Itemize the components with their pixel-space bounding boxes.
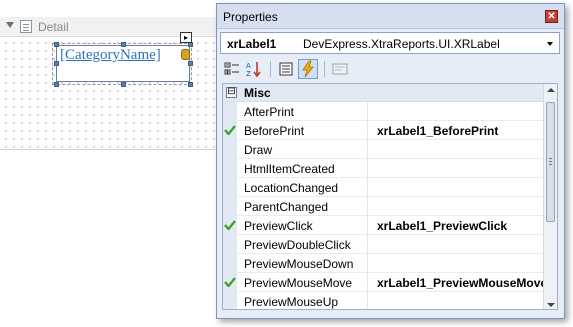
property-row[interactable]: AfterPrint [237,102,545,121]
property-row[interactable]: PreviewDoubleClick [237,235,545,254]
categorized-icon[interactable] [222,59,242,79]
category-row-misc[interactable]: ⊟ Misc [223,84,545,102]
checkmark-icon [224,277,236,287]
close-icon[interactable]: ✕ [545,10,558,23]
property-value[interactable]: xrLabel1_BeforePrint [377,124,498,138]
column-divider [367,273,368,292]
column-divider [367,235,368,254]
resize-handle[interactable] [54,61,59,66]
property-row[interactable]: PreviewClick xrLabel1_PreviewClick [224,216,545,235]
collapse-icon[interactable]: ⊟ [226,87,237,98]
property-row[interactable]: HtmlItemCreated [237,159,545,178]
property-row[interactable]: PreviewMouseUp [237,292,545,309]
svg-text:A: A [246,62,251,70]
alphabetical-icon[interactable]: A Z [244,59,264,79]
property-name: PreviewMouseDown [244,257,354,271]
properties-titlebar[interactable]: Properties ✕ [217,4,564,29]
scrollbar-thumb[interactable] [546,102,555,222]
property-row[interactable]: Draw [237,140,545,159]
property-name: AfterPrint [244,105,295,119]
toolbar-separator [324,61,325,77]
report-designer-surface[interactable]: Detail [CategoryName] ▸ [0,0,230,327]
resize-handle[interactable] [188,61,193,66]
property-name: HtmlItemCreated [244,162,335,176]
scroll-up-arrow-icon[interactable] [547,88,555,92]
detail-band-header[interactable]: Detail [0,17,230,37]
column-divider [367,178,368,197]
toolbar-separator [270,61,271,77]
svg-text:Z: Z [246,70,251,78]
property-name: PreviewDoubleClick [244,238,351,252]
category-name-field[interactable]: [CategoryName] [60,47,161,64]
property-value[interactable]: xrLabel1_PreviewClick [377,219,507,233]
screen: Detail [CategoryName] ▸ Properties ✕ xrL… [0,0,573,327]
column-divider [367,254,368,273]
vertical-scrollbar[interactable] [543,84,557,309]
property-name: PreviewMouseMove [244,276,353,290]
properties-icon[interactable] [276,59,296,79]
checkmark-icon [224,220,236,230]
object-type: DevExpress.XtraReports.UI.XRLabel [303,37,500,51]
smart-tag-icon[interactable]: ▸ [180,32,192,43]
resize-handle[interactable] [188,82,193,87]
checkmark-icon [224,125,236,135]
resize-handle[interactable] [121,82,126,87]
property-name: ParentChanged [244,200,329,214]
column-divider [367,216,368,235]
column-divider [367,121,368,140]
property-value[interactable]: xrLabel1_PreviewMouseMove [377,276,547,290]
property-row[interactable]: ParentChanged [237,197,545,216]
resize-handle[interactable] [54,82,59,87]
property-row[interactable]: PreviewMouseMove xrLabel1_PreviewMouseMov… [224,273,547,292]
object-selector-dropdown[interactable]: xrLabel1 DevExpress.XtraReports.UI.XRLab… [220,32,560,54]
collapse-triangle-icon[interactable] [6,22,14,28]
column-divider [367,140,368,159]
properties-window: Properties ✕ xrLabel1 DevExpress.XtraRep… [216,3,565,319]
properties-title: Properties [223,10,278,24]
grip-icon [549,158,552,167]
property-grid: ⊟ Misc AfterPrint BeforePrint xrLabel1_Bef… [222,83,558,310]
band-label: Detail [38,20,69,34]
property-name: PreviewMouseUp [244,295,339,309]
database-icon [181,49,190,60]
property-row[interactable]: PreviewMouseDown [237,254,545,273]
property-name: BeforePrint [244,124,305,138]
column-divider [367,292,368,309]
events-icon[interactable] [298,59,318,79]
scroll-down-arrow-icon[interactable] [547,303,555,307]
column-divider [367,159,368,178]
property-name: Draw [244,143,273,157]
chevron-down-icon[interactable] [547,42,553,46]
column-divider [367,102,368,121]
resize-handle[interactable] [54,42,59,47]
property-name: LocationChanged [244,181,339,195]
object-name: xrLabel1 [227,37,277,51]
resize-handle[interactable] [121,42,126,47]
property-pages-icon[interactable] [330,59,350,79]
property-row[interactable]: LocationChanged [237,178,545,197]
band-icon [20,20,32,33]
property-row[interactable]: BeforePrint xrLabel1_BeforePrint [224,121,545,140]
properties-toolbar: A Z [220,57,560,81]
column-divider [367,197,368,216]
category-label: Misc [244,86,271,100]
property-name: PreviewClick [244,219,313,233]
